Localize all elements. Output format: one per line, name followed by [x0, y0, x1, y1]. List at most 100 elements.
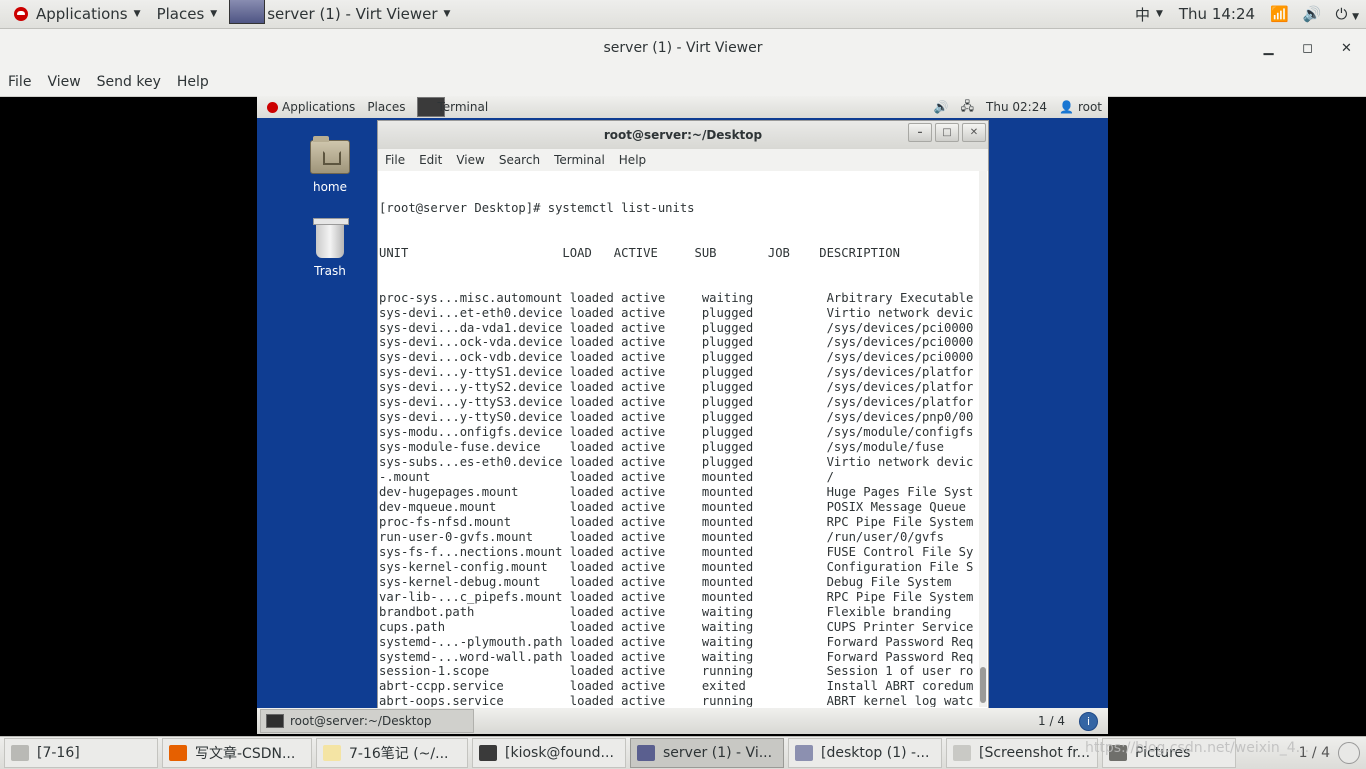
trash-icon [313, 218, 349, 258]
terminal-output-line: sys-subs...es-eth0.device loaded active … [379, 455, 974, 470]
guest-clock[interactable]: Thu 02:24 [980, 96, 1053, 118]
terminal-minimize-button[interactable]: – [908, 123, 932, 142]
viewer-menu-send-key[interactable]: Send key [89, 74, 169, 90]
host-task-button[interactable]: 7-16笔记 (~/... [316, 738, 468, 768]
guest-display[interactable]: Applications Places Terminal 🔊 🖧 Thu 02:… [257, 96, 1108, 734]
notification-icon[interactable] [1338, 742, 1360, 764]
host-task-button[interactable]: [7-16] [4, 738, 158, 768]
terminal-prompt-line: [root@server Desktop]# systemctl list-un… [379, 200, 695, 215]
viewer-menubar: File View Send key Help [0, 67, 1366, 97]
volume-icon[interactable]: 🔊 [1296, 5, 1329, 23]
terminal-close-button[interactable]: ✕ [962, 123, 986, 142]
viewer-titlebar: server (1) - Virt Viewer ▁ ◻ ✕ [0, 29, 1366, 67]
terminal-output-line: run-user-0-gvfs.mount loaded active moun… [379, 529, 944, 544]
terminal-output-line: sys-fs-f...nections.mount loaded active … [379, 544, 974, 559]
monitor-icon [229, 0, 266, 24]
terminal-maximize-button[interactable]: □ [935, 123, 959, 142]
host-task-label: server (1) - Vi... [663, 745, 773, 761]
viewer-title: server (1) - Virt Viewer [603, 40, 763, 56]
guest-task-label: root@server:~/Desktop [290, 714, 432, 728]
terminal-menu-view[interactable]: View [449, 153, 491, 167]
terminal-menu-terminal[interactable]: Terminal [547, 153, 612, 167]
user-menu[interactable]: 👤 root [1053, 96, 1108, 118]
power-icon[interactable]: ⏻ ▼ [1328, 5, 1366, 23]
terminal-output-line: sys-module-fuse.device loaded active plu… [379, 440, 944, 455]
host-top-panel: Applications ▼ Places ▼ server (1) - Vir… [0, 0, 1366, 29]
terminal-output-line: -.mount loaded active mounted / [379, 470, 834, 485]
host-task-label: [kiosk@found... [505, 745, 614, 761]
terminal-window[interactable]: root@server:~/Desktop – □ ✕ File Edit Vi… [377, 120, 989, 710]
host-task-button[interactable]: [kiosk@found... [472, 738, 626, 768]
terminal-scrollbar-thumb[interactable] [980, 667, 986, 703]
terminal-menu-search[interactable]: Search [492, 153, 547, 167]
chevron-down-icon: ▼ [210, 9, 218, 19]
volume-icon[interactable]: 🔊 [928, 96, 955, 118]
clock[interactable]: Thu 14:24 [1171, 0, 1263, 28]
app-icon [323, 745, 341, 761]
wifi-icon[interactable]: 📶 [1263, 5, 1296, 23]
app-icon [953, 745, 971, 761]
applications-label: Applications [36, 5, 128, 23]
terminal-menubar: File Edit View Search Terminal Help [378, 149, 988, 171]
guest-task-terminal[interactable]: root@server:~/Desktop [260, 709, 474, 733]
terminal-output-line: systemd-...word-wall.path loaded active … [379, 649, 974, 664]
terminal-output-line: sys-devi...ock-vda.device loaded active … [379, 335, 974, 350]
applications-menu[interactable]: Applications ▼ [0, 0, 149, 28]
desktop-icon-home[interactable]: home [295, 136, 365, 194]
host-task-button[interactable]: server (1) - Vi... [630, 738, 784, 768]
viewer-menu-view[interactable]: View [39, 74, 88, 90]
network-icon[interactable]: 🖧 [955, 96, 980, 118]
terminal-output-line: brandbot.path loaded active waiting Flex… [379, 604, 952, 619]
info-icon[interactable]: i [1079, 711, 1098, 731]
guest-applications-menu[interactable]: Applications [257, 96, 361, 118]
watermark-text: https://blog.csdn.net/weixin_4... [1085, 740, 1310, 756]
host-task-label: 写文章-CSDN... [195, 746, 296, 762]
guest-terminal-label: Terminal [437, 100, 489, 114]
terminal-menu-help[interactable]: Help [612, 153, 653, 167]
chevron-down-icon: ▼ [1155, 9, 1163, 19]
guest-places-menu[interactable]: Places [361, 96, 411, 118]
redhat-icon [267, 101, 278, 113]
host-task-button[interactable]: 写文章-CSDN... [162, 738, 312, 768]
app-icon [795, 745, 813, 761]
terminal-output-line: proc-fs-nfsd.mount loaded active mounted… [379, 514, 974, 529]
places-menu[interactable]: Places ▼ [149, 0, 226, 28]
terminal-title: root@server:~/Desktop [603, 128, 763, 142]
terminal-output-line: sys-devi...y-ttyS2.device loaded active … [379, 380, 974, 395]
viewer-menu-file[interactable]: File [0, 74, 39, 90]
app-icon [169, 745, 187, 761]
minimize-button[interactable]: ▁ [1249, 41, 1288, 56]
window-menu[interactable]: server (1) - Virt Viewer ▼ [225, 0, 458, 28]
guest-applications-label: Applications [282, 100, 356, 114]
guest-bottom-panel: root@server:~/Desktop 1 / 4 i [257, 708, 1108, 734]
app-icon [479, 745, 497, 761]
terminal-output-line: cups.path loaded active waiting CUPS Pri… [379, 619, 974, 634]
input-method-label: 中 [1134, 5, 1150, 24]
terminal-menu-edit[interactable]: Edit [412, 153, 449, 167]
host-task-label: [7-16] [37, 745, 80, 761]
terminal-scrollbar[interactable] [979, 171, 987, 707]
viewer-menu-help[interactable]: Help [169, 74, 217, 90]
maximize-button[interactable]: ◻ [1288, 41, 1327, 56]
terminal-output-line: dev-mqueue.mount loaded active mounted P… [379, 499, 966, 514]
input-method-menu[interactable]: 中 ▼ [1127, 0, 1171, 28]
guest-workspace-pager[interactable]: 1 / 4 [1038, 714, 1065, 728]
trash-label: Trash [314, 264, 346, 278]
terminal-output-line: sys-devi...y-ttyS0.device loaded active … [379, 410, 974, 425]
terminal-output-line: dev-hugepages.mount loaded active mounte… [379, 485, 974, 500]
terminal-output-line: sys-devi...da-vda1.device loaded active … [379, 320, 974, 335]
host-task-label: [Screenshot fr... [979, 745, 1091, 761]
host-task-button[interactable]: [Screenshot fr... [946, 738, 1098, 768]
terminal-output-line: var-lib-...c_pipefs.mount loaded active … [379, 589, 974, 604]
guest-terminal-launcher[interactable]: Terminal [411, 96, 494, 118]
terminal-header-line: UNIT LOAD ACTIVE SUB JOB DESCRIPTION [379, 245, 900, 260]
terminal-output-line: sys-kernel-debug.mount loaded active mou… [379, 574, 952, 589]
close-button[interactable]: ✕ [1327, 41, 1366, 56]
terminal-output-line: abrt-ccpp.service loaded active exited I… [379, 679, 974, 694]
terminal-output[interactable]: [root@server Desktop]# systemctl list-un… [378, 171, 978, 707]
desktop-icon-trash[interactable]: Trash [295, 218, 365, 278]
window-menu-label: server (1) - Virt Viewer [267, 5, 438, 23]
terminal-menu-file[interactable]: File [378, 153, 412, 167]
host-task-button[interactable]: [desktop (1) -... [788, 738, 942, 768]
terminal-titlebar[interactable]: root@server:~/Desktop – □ ✕ [378, 121, 988, 149]
